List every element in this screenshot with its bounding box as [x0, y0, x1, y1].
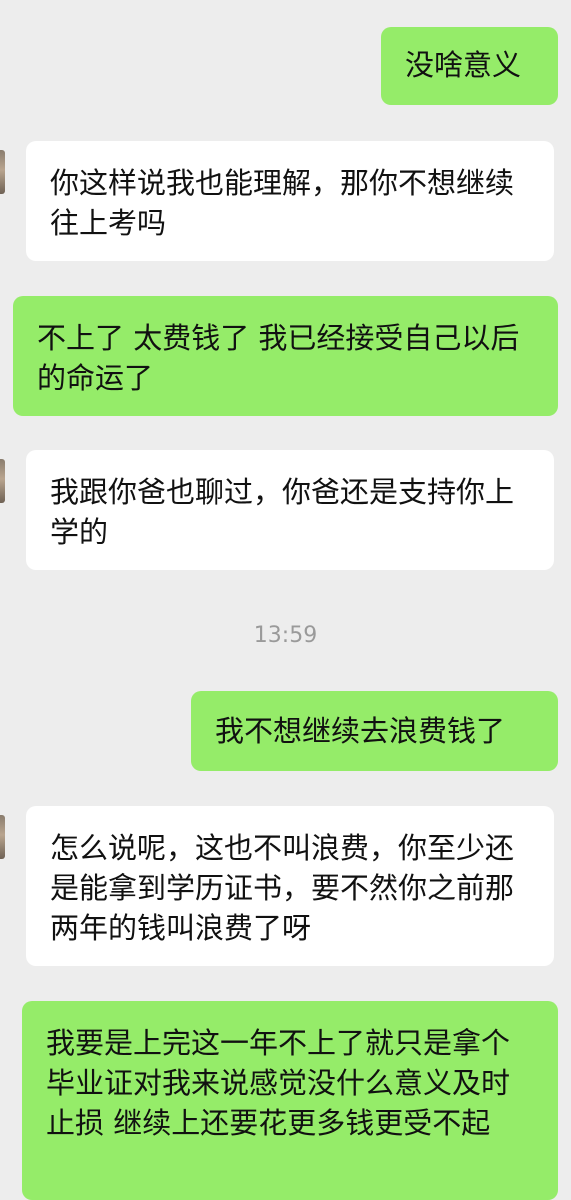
received-message-bubble[interactable]: 我跟你爸也聊过，你爸还是支持你上学的 [26, 450, 554, 570]
sent-message-bubble[interactable]: 不上了 太费钱了 我已经接受自己以后的命运了 [13, 296, 558, 416]
contact-avatar[interactable] [0, 815, 5, 859]
chat-conversation: 没啥意义 你这样说我也能理解，那你不想继续往上考吗 不上了 太费钱了 我已经接受… [0, 0, 571, 1200]
received-message-bubble[interactable]: 怎么说呢，这也不叫浪费，你至少还是能拿到学历证书，要不然你之前那两年的钱叫浪费了… [26, 806, 554, 966]
sent-message-bubble[interactable]: 没啥意义 [381, 27, 558, 105]
sent-message-bubble[interactable]: 我不想继续去浪费钱了 [191, 691, 558, 771]
sent-message-bubble[interactable]: 我要是上完这一年不上了就只是拿个毕业证对我来说感觉没什么意义及时止损 继续上还要… [22, 1001, 558, 1200]
contact-avatar[interactable] [0, 150, 5, 194]
message-timestamp: 13:59 [253, 623, 318, 648]
contact-avatar[interactable] [0, 459, 5, 503]
received-message-bubble[interactable]: 你这样说我也能理解，那你不想继续往上考吗 [26, 141, 554, 261]
